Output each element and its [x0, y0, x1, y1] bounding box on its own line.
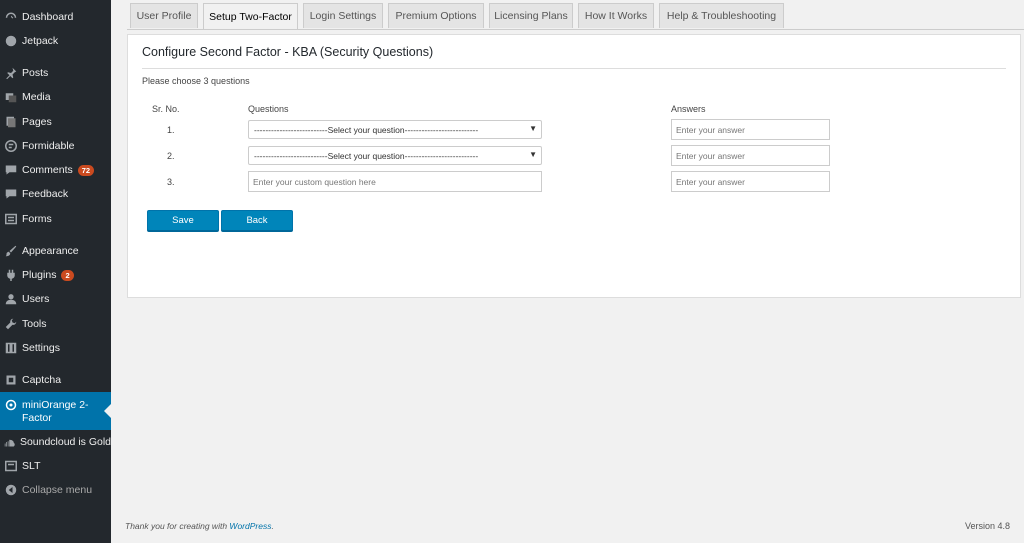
- sidebar-item-label: Settings: [22, 342, 60, 354]
- sidebar-item-pages[interactable]: Pages: [0, 110, 111, 134]
- formidable-icon: [0, 140, 22, 152]
- soundcloud-icon: [0, 436, 20, 448]
- answer-input-1[interactable]: [671, 119, 830, 140]
- sidebar-item-tools[interactable]: Tools: [0, 312, 111, 336]
- settings-icon: [0, 342, 22, 354]
- answer-input-2[interactable]: [671, 145, 830, 166]
- admin-sidebar: Dashboard Jetpack Posts Media Pages Form…: [0, 0, 111, 543]
- tab-login-settings[interactable]: Login Settings: [303, 3, 383, 28]
- sidebar-item-label: Soundcloud is Gold: [19, 436, 111, 448]
- question-select-2[interactable]: --------------------------Select your qu…: [248, 146, 542, 165]
- save-button[interactable]: Save: [147, 210, 219, 231]
- version-text: Version 4.8: [964, 521, 1010, 531]
- dropdown-arrow-icon: ▼: [529, 124, 537, 133]
- sidebar-item-label: Feedback: [22, 188, 69, 200]
- tab-user-profile[interactable]: User Profile: [130, 3, 198, 28]
- dropdown-arrow-icon: ▼: [529, 150, 537, 159]
- answer-input-3[interactable]: [671, 171, 830, 192]
- sidebar-item-label: Appearance: [22, 245, 79, 257]
- header-sr-no: Sr. No.: [152, 104, 180, 114]
- sidebar-item-soundcloud[interactable]: Soundcloud is Gold: [0, 430, 111, 454]
- sidebar-item-label: Jetpack: [22, 35, 59, 47]
- sidebar-item-media[interactable]: Media: [0, 85, 111, 109]
- pin-icon: [0, 67, 22, 79]
- sidebar-item-label: Pages: [22, 116, 52, 128]
- sidebar-item-label: Formidable: [22, 140, 75, 152]
- sidebar-item-label: Forms: [22, 213, 52, 225]
- jetpack-icon: [0, 35, 22, 47]
- sidebar-item-miniorange[interactable]: miniOrange 2-Factor: [0, 392, 111, 430]
- collapse-menu-button[interactable]: Collapse menu: [0, 478, 111, 502]
- sidebar-item-appearance[interactable]: Appearance: [0, 239, 111, 263]
- sidebar-item-feedback[interactable]: Feedback: [0, 182, 111, 206]
- sidebar-item-jetpack[interactable]: Jetpack: [0, 29, 111, 53]
- miniorange-icon: [0, 399, 22, 411]
- plug-icon: [0, 269, 22, 281]
- header-questions: Questions: [248, 104, 289, 114]
- sidebar-item-label: Media: [22, 91, 51, 103]
- media-icon: [0, 91, 22, 103]
- sidebar-item-label: Plugins: [22, 269, 57, 281]
- tab-setup-two-factor[interactable]: Setup Two-Factor: [203, 3, 298, 30]
- tab-how-it-works[interactable]: How It Works: [578, 3, 654, 28]
- comments-count-badge: 72: [77, 164, 95, 176]
- dashboard-icon: [0, 11, 22, 23]
- sidebar-item-label: SLT: [22, 460, 41, 472]
- sidebar-item-label: Collapse menu: [22, 484, 93, 496]
- collapse-icon: [0, 484, 22, 496]
- pages-icon: [0, 116, 22, 128]
- footer-thanks: Thank you for creating with WordPress.: [125, 521, 274, 531]
- sidebar-item-users[interactable]: Users: [0, 287, 111, 311]
- wordpress-link[interactable]: WordPress: [229, 521, 271, 531]
- sidebar-item-plugins[interactable]: Plugins 2: [0, 263, 111, 287]
- users-icon: [0, 293, 22, 305]
- tab-premium-options[interactable]: Premium Options: [388, 3, 484, 28]
- instruction-text: Please choose 3 questions: [142, 76, 250, 86]
- tab-help-troubleshooting[interactable]: Help & Troubleshooting: [659, 3, 784, 28]
- sidebar-item-label: miniOrange 2-Factor: [22, 399, 89, 424]
- sidebar-item-label: Dashboard: [22, 11, 74, 23]
- comment-icon: [0, 164, 22, 176]
- sidebar-item-comments[interactable]: Comments 72: [0, 158, 111, 182]
- sidebar-item-settings[interactable]: Settings: [0, 336, 111, 360]
- sidebar-item-posts[interactable]: Posts: [0, 61, 111, 85]
- tab-licensing-plans[interactable]: Licensing Plans: [489, 3, 573, 28]
- sidebar-item-label: Posts: [22, 67, 49, 79]
- sidebar-item-formidable[interactable]: Formidable: [0, 134, 111, 158]
- sidebar-item-slt[interactable]: SLT: [0, 454, 111, 478]
- sidebar-item-label: Comments: [22, 164, 73, 176]
- plugins-update-badge: 2: [61, 269, 74, 281]
- row-number: 1.: [167, 125, 175, 135]
- forms-icon: [0, 213, 22, 225]
- footer-thanks-prefix: Thank you for creating with: [125, 521, 230, 531]
- captcha-icon: [0, 374, 22, 386]
- title-divider: [142, 68, 1006, 69]
- sidebar-item-label: Users: [22, 293, 50, 305]
- kba-setup-panel: Configure Second Factor - KBA (Security …: [127, 34, 1021, 298]
- sidebar-item-dashboard[interactable]: Dashboard: [0, 5, 111, 29]
- footer-thanks-suffix: .: [271, 521, 274, 531]
- select-value: --------------------------Select your qu…: [254, 150, 479, 161]
- sidebar-item-captcha[interactable]: Captcha: [0, 368, 111, 392]
- page-title: Configure Second Factor - KBA (Security …: [142, 45, 434, 59]
- header-answers: Answers: [671, 104, 706, 114]
- feedback-icon: [0, 188, 22, 200]
- wrench-icon: [0, 318, 22, 330]
- custom-question-input[interactable]: [248, 171, 542, 192]
- sidebar-item-label: Captcha: [22, 374, 62, 386]
- brush-icon: [0, 245, 22, 257]
- sidebar-item-label: Tools: [22, 318, 47, 330]
- back-button[interactable]: Back: [221, 210, 293, 231]
- row-number: 2.: [167, 151, 175, 161]
- select-value: --------------------------Select your qu…: [254, 124, 479, 135]
- question-select-1[interactable]: --------------------------Select your qu…: [248, 120, 542, 139]
- sidebar-item-forms[interactable]: Forms: [0, 207, 111, 231]
- slt-icon: [0, 460, 22, 472]
- tabs-divider: [127, 29, 1024, 30]
- row-number: 3.: [167, 177, 175, 187]
